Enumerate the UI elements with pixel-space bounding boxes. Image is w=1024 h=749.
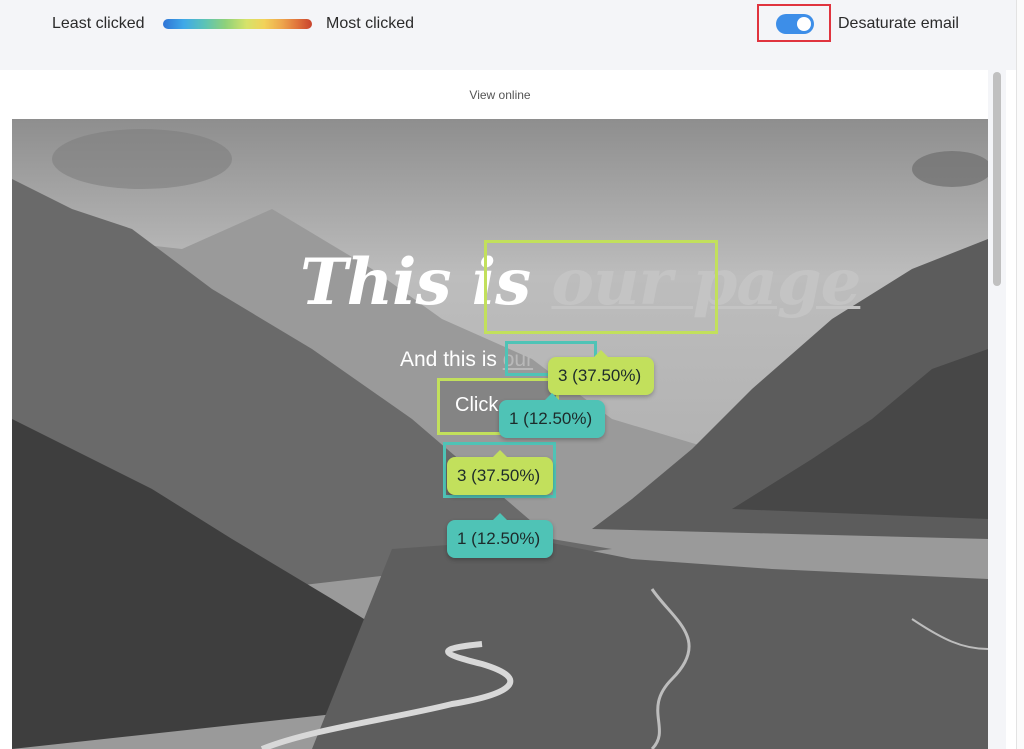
click-badge: 1 (12.50%) [499, 393, 605, 438]
heat-outline-headline-link [484, 240, 718, 334]
toggle-highlight-box [757, 4, 831, 42]
toggle-knob [797, 17, 811, 31]
desaturate-label: Desaturate email [838, 15, 959, 32]
click-badge: 3 (37.50%) [548, 350, 654, 395]
scrollbar-thumb[interactable] [993, 72, 1001, 286]
subheading-text: And this is [400, 348, 503, 371]
desaturate-toggle[interactable] [776, 14, 814, 34]
most-clicked-label: Most clicked [326, 15, 415, 32]
window-edge [1016, 0, 1024, 749]
heatmap-toolbar: Least clicked Most clicked Desaturate em… [0, 0, 1024, 70]
click-badge: 1 (12.50%) [447, 513, 553, 558]
least-clicked-label: Least clicked [52, 15, 145, 32]
view-online-link[interactable]: View online [12, 88, 988, 102]
click-badge: 3 (37.50%) [447, 450, 553, 495]
click-heat-scale [163, 19, 312, 29]
